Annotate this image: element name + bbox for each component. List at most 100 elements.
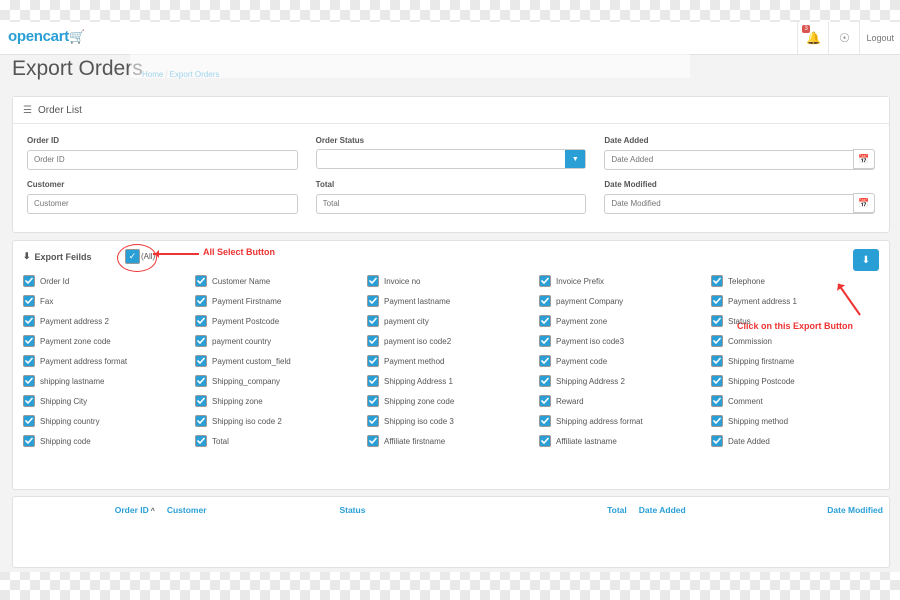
export-field-item[interactable]: Payment zone code <box>23 335 191 347</box>
checkbox-checked-icon[interactable] <box>195 375 207 387</box>
checkbox-checked-icon[interactable] <box>539 375 551 387</box>
store-front-button[interactable]: ☉ <box>828 22 859 54</box>
checkbox-checked-icon[interactable] <box>711 435 723 447</box>
export-field-item[interactable]: Affiliate firstname <box>367 435 535 447</box>
export-field-item[interactable]: Payment zone <box>539 315 707 327</box>
date-added-input[interactable] <box>604 150 875 170</box>
calendar-icon[interactable]: 📅 <box>853 193 875 213</box>
notifications-button[interactable]: 🔔 3 <box>797 22 828 54</box>
checkbox-checked-icon[interactable] <box>195 415 207 427</box>
table-column-header[interactable]: Total <box>465 505 633 515</box>
checkbox-checked-icon[interactable] <box>23 315 35 327</box>
table-column-header[interactable]: Date Added <box>633 505 755 515</box>
export-field-item[interactable]: Payment lastname <box>367 295 535 307</box>
checkbox-checked-icon[interactable] <box>367 315 379 327</box>
checkbox-checked-icon[interactable] <box>711 415 723 427</box>
export-field-item[interactable]: shipping lastname <box>23 375 191 387</box>
export-field-item[interactable]: payment iso code2 <box>367 335 535 347</box>
checkbox-checked-icon[interactable] <box>23 295 35 307</box>
checkbox-checked-icon[interactable] <box>367 295 379 307</box>
export-field-item[interactable]: Commission <box>711 335 879 347</box>
checkbox-checked-icon[interactable] <box>711 355 723 367</box>
checkbox-checked-icon[interactable] <box>195 315 207 327</box>
checkbox-checked-icon[interactable] <box>539 415 551 427</box>
checkbox-checked-icon[interactable] <box>23 435 35 447</box>
checkbox-checked-icon[interactable] <box>539 395 551 407</box>
checkbox-checked-icon[interactable] <box>711 375 723 387</box>
checkbox-checked-icon[interactable] <box>711 295 723 307</box>
checkbox-checked-icon[interactable] <box>367 395 379 407</box>
checkbox-checked-icon[interactable] <box>23 375 35 387</box>
export-field-item[interactable]: Payment address format <box>23 355 191 367</box>
export-field-item[interactable]: Customer Name <box>195 275 363 287</box>
export-field-item[interactable]: Comment <box>711 395 879 407</box>
checkbox-checked-icon[interactable] <box>367 335 379 347</box>
export-field-item[interactable]: Invoice Prefix <box>539 275 707 287</box>
export-field-item[interactable]: Shipping method <box>711 415 879 427</box>
export-field-item[interactable]: Shipping City <box>23 395 191 407</box>
checkbox-checked-icon[interactable] <box>367 355 379 367</box>
export-field-item[interactable]: Total <box>195 435 363 447</box>
export-field-item[interactable]: Telephone <box>711 275 879 287</box>
table-column-header[interactable]: Status <box>333 505 464 515</box>
export-field-item[interactable]: Payment custom_field <box>195 355 363 367</box>
export-field-item[interactable]: Order Id <box>23 275 191 287</box>
export-field-item[interactable]: Shipping Address 1 <box>367 375 535 387</box>
checkbox-checked-icon[interactable] <box>539 435 551 447</box>
export-field-item[interactable]: Payment method <box>367 355 535 367</box>
export-field-item[interactable]: payment Company <box>539 295 707 307</box>
export-field-item[interactable]: Payment address 1 <box>711 295 879 307</box>
table-column-header[interactable]: Date Modified <box>755 505 889 515</box>
checkbox-checked-icon[interactable] <box>195 395 207 407</box>
checkbox-checked-icon[interactable] <box>539 275 551 287</box>
select-all-checkbox[interactable]: ✓ <box>125 249 140 264</box>
logout-button[interactable]: Logout <box>859 22 900 54</box>
export-field-item[interactable]: Shipping country <box>23 415 191 427</box>
export-field-item[interactable]: Status <box>711 315 879 327</box>
checkbox-checked-icon[interactable] <box>711 395 723 407</box>
date-modified-input[interactable] <box>604 194 875 214</box>
export-field-item[interactable]: Reward <box>539 395 707 407</box>
opencart-logo[interactable]: opencart🛒 <box>8 28 85 45</box>
order-id-input[interactable] <box>27 150 298 170</box>
checkbox-checked-icon[interactable] <box>711 275 723 287</box>
checkbox-checked-icon[interactable] <box>23 355 35 367</box>
checkbox-checked-icon[interactable] <box>539 355 551 367</box>
export-field-item[interactable]: payment city <box>367 315 535 327</box>
export-field-item[interactable]: Shipping iso code 3 <box>367 415 535 427</box>
export-field-item[interactable]: payment country <box>195 335 363 347</box>
order-status-select[interactable]: ▼ <box>316 149 587 169</box>
checkbox-checked-icon[interactable] <box>711 315 723 327</box>
total-input[interactable] <box>316 194 587 214</box>
checkbox-checked-icon[interactable] <box>23 335 35 347</box>
checkbox-checked-icon[interactable] <box>23 395 35 407</box>
export-field-item[interactable]: Fax <box>23 295 191 307</box>
export-field-item[interactable]: Date Added <box>711 435 879 447</box>
export-field-item[interactable]: Shipping Postcode <box>711 375 879 387</box>
checkbox-checked-icon[interactable] <box>195 355 207 367</box>
export-field-item[interactable]: Payment address 2 <box>23 315 191 327</box>
export-field-item[interactable]: Payment code <box>539 355 707 367</box>
checkbox-checked-icon[interactable] <box>195 275 207 287</box>
export-field-item[interactable]: Shipping firstname <box>711 355 879 367</box>
checkbox-checked-icon[interactable] <box>367 415 379 427</box>
checkbox-checked-icon[interactable] <box>539 335 551 347</box>
checkbox-checked-icon[interactable] <box>367 375 379 387</box>
checkbox-checked-icon[interactable] <box>367 275 379 287</box>
export-field-item[interactable]: Invoice no <box>367 275 535 287</box>
checkbox-checked-icon[interactable] <box>367 435 379 447</box>
export-field-item[interactable]: Shipping_company <box>195 375 363 387</box>
checkbox-checked-icon[interactable] <box>711 335 723 347</box>
checkbox-checked-icon[interactable] <box>195 435 207 447</box>
export-field-item[interactable]: Payment Postcode <box>195 315 363 327</box>
export-field-item[interactable]: Shipping iso code 2 <box>195 415 363 427</box>
table-column-header[interactable]: Customer <box>161 505 334 515</box>
customer-input[interactable] <box>27 194 298 214</box>
checkbox-checked-icon[interactable] <box>539 315 551 327</box>
checkbox-checked-icon[interactable] <box>23 415 35 427</box>
export-button[interactable]: ⬇ <box>853 249 879 271</box>
calendar-icon[interactable]: 📅 <box>853 149 875 169</box>
table-column-header[interactable]: Order ID ^ <box>13 505 161 515</box>
export-field-item[interactable]: Affiliate lastname <box>539 435 707 447</box>
export-field-item[interactable]: Shipping zone <box>195 395 363 407</box>
